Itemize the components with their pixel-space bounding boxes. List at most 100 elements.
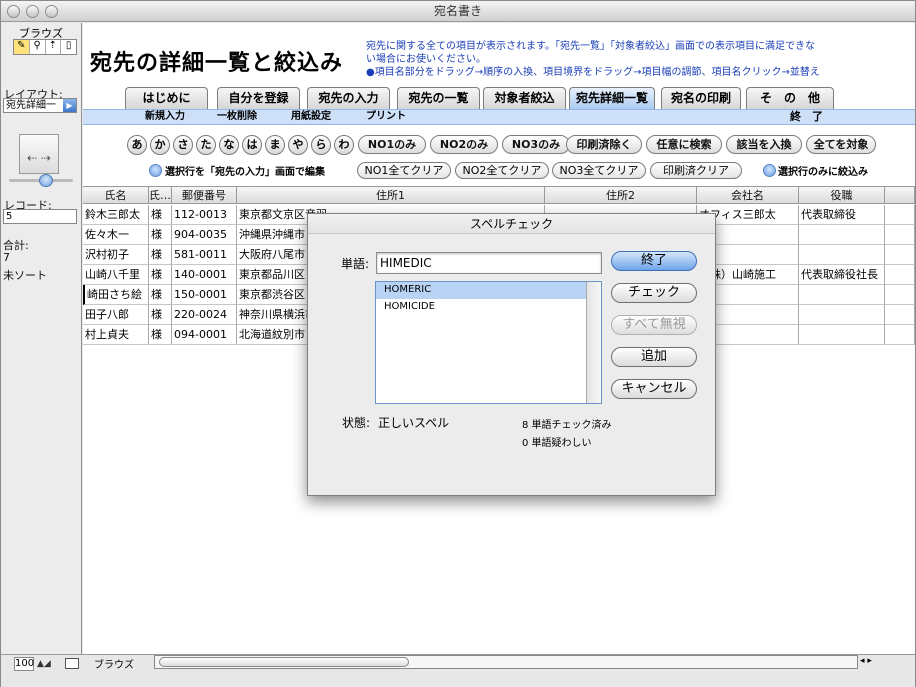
table-cell[interactable]: 様 — [149, 225, 172, 245]
table-cell[interactable] — [885, 305, 915, 325]
table-cell[interactable] — [885, 205, 915, 225]
column-header-title[interactable]: 役職 — [799, 186, 885, 204]
new-entry-link[interactable]: 新規入力 — [145, 110, 185, 124]
no2-clear-button[interactable]: NO2全てクリア — [455, 162, 549, 179]
done-button[interactable]: 終了 — [611, 251, 697, 271]
table-cell[interactable]: 様 — [149, 265, 172, 285]
kana-button-ra[interactable]: ら — [311, 135, 331, 155]
table-cell[interactable]: 崎田さち絵 — [83, 285, 149, 305]
exit-link[interactable]: 終 了 — [790, 110, 823, 124]
scroll-arrows-icon[interactable]: ◂ ▸ — [860, 656, 872, 666]
table-cell[interactable]: 150-0001 — [172, 285, 237, 305]
tab-intro[interactable]: はじめに — [125, 87, 208, 109]
table-cell[interactable] — [799, 245, 885, 265]
edit-selected-label[interactable]: 選択行を「宛先の入力」画面で編集 — [165, 163, 325, 178]
table-cell[interactable]: 112-0013 — [172, 205, 237, 225]
kana-button-sa[interactable]: さ — [173, 135, 193, 155]
list-item[interactable]: HOMERIC — [376, 282, 586, 299]
table-cell[interactable] — [885, 245, 915, 265]
table-cell[interactable] — [799, 325, 885, 345]
word-input[interactable]: HIMEDIC — [376, 252, 602, 274]
table-cell[interactable] — [885, 325, 915, 345]
suggestion-list[interactable]: HOMERIC HOMICIDE — [375, 281, 602, 404]
list-scrollbar[interactable] — [586, 282, 601, 403]
column-header-postal[interactable]: 郵便番号 — [172, 186, 237, 204]
kana-button-ma[interactable]: ま — [265, 135, 285, 155]
preview-icon[interactable]: ▯ — [61, 40, 76, 54]
table-cell[interactable]: 140-0001 — [172, 265, 237, 285]
kana-button-ta[interactable]: た — [196, 135, 216, 155]
pencil-icon[interactable]: ✎ — [14, 40, 30, 54]
table-cell[interactable]: 様 — [149, 305, 172, 325]
custom-search-button[interactable]: 任意に検索 — [646, 135, 722, 154]
tab-input[interactable]: 宛先の入力 — [307, 87, 390, 109]
delete-one-link[interactable]: 一枚削除 — [217, 110, 257, 124]
add-button[interactable]: 追加 — [611, 347, 697, 367]
zoom-icon[interactable]: ▲◢ — [37, 659, 51, 669]
printed-clear-button[interactable]: 印刷済クリア — [650, 162, 742, 179]
narrow-radio-icon[interactable] — [763, 164, 776, 177]
kana-button-ya[interactable]: や — [288, 135, 308, 155]
no1-clear-button[interactable]: NO1全てクリア — [357, 162, 451, 179]
table-cell[interactable] — [799, 285, 885, 305]
list-item[interactable]: HOMICIDE — [376, 299, 586, 316]
horizontal-scrollbar[interactable] — [154, 655, 858, 669]
all-target-button[interactable]: 全てを対象 — [806, 135, 876, 154]
table-cell[interactable] — [799, 305, 885, 325]
column-header-address1[interactable]: 住所1 — [237, 186, 545, 204]
table-cell[interactable] — [885, 285, 915, 305]
layout-tool-icon[interactable]: ⇡ — [46, 40, 62, 54]
tab-narrow[interactable]: 対象者絞込 — [483, 87, 566, 109]
kana-button-ka[interactable]: か — [150, 135, 170, 155]
table-cell[interactable]: 田子八郎 — [83, 305, 149, 325]
kana-button-na[interactable]: な — [219, 135, 239, 155]
edit-radio-icon[interactable] — [149, 164, 162, 177]
check-button[interactable]: チェック — [611, 283, 697, 303]
minimize-button[interactable] — [26, 5, 39, 18]
record-field[interactable]: 5 — [3, 209, 77, 224]
table-cell[interactable]: 村上貞夫 — [83, 325, 149, 345]
tab-detail-list[interactable]: 宛先詳細一覧 — [569, 87, 655, 110]
column-header-address2[interactable]: 住所2 — [545, 186, 697, 204]
swap-matching-button[interactable]: 該当を入換 — [726, 135, 802, 154]
tab-other[interactable]: そ の 他 — [746, 87, 834, 109]
table-cell[interactable]: 沢村初子 — [83, 245, 149, 265]
table-cell[interactable]: 様 — [149, 325, 172, 345]
table-cell[interactable]: 様 — [149, 245, 172, 265]
kana-button-ha[interactable]: は — [242, 135, 262, 155]
record-slider[interactable] — [9, 174, 73, 187]
scrollbar-thumb[interactable] — [159, 657, 409, 667]
exclude-printed-button[interactable]: 印刷済除く — [566, 135, 642, 154]
kana-button-wa[interactable]: わ — [334, 135, 354, 155]
no3-clear-button[interactable]: NO3全てクリア — [552, 162, 646, 179]
table-cell[interactable]: 鈴木三郎太 — [83, 205, 149, 225]
column-header-company[interactable]: 会社名 — [697, 186, 799, 204]
column-header-name[interactable]: 氏名 — [83, 186, 149, 204]
zoom-button[interactable] — [45, 5, 58, 18]
column-header-extra[interactable] — [885, 186, 915, 204]
find-icon[interactable]: ⚲ — [30, 40, 46, 54]
book-icon[interactable]: ⇠ ⇢ — [19, 134, 59, 174]
zoom-field[interactable]: 100 — [14, 657, 34, 671]
tab-register-self[interactable]: 自分を登録 — [217, 87, 300, 109]
table-cell[interactable]: 様 — [149, 205, 172, 225]
table-cell[interactable] — [885, 265, 915, 285]
no2-only-button[interactable]: NO2のみ — [430, 135, 498, 154]
table-cell[interactable]: 山崎八千里 — [83, 265, 149, 285]
status-toggle-icon[interactable] — [65, 658, 79, 669]
tab-list[interactable]: 宛先の一覧 — [397, 87, 480, 109]
no1-only-button[interactable]: NO1のみ — [358, 135, 426, 154]
table-cell[interactable]: 佐々木一 — [83, 225, 149, 245]
kana-button-a[interactable]: あ — [127, 135, 147, 155]
table-cell[interactable] — [799, 225, 885, 245]
slider-thumb[interactable] — [39, 174, 53, 187]
layout-selector[interactable]: 宛先詳細一 ▶ — [3, 98, 77, 113]
cancel-button[interactable]: キャンセル — [611, 379, 697, 399]
table-cell[interactable]: 904-0035 — [172, 225, 237, 245]
table-cell[interactable]: 220-0024 — [172, 305, 237, 325]
tab-print[interactable]: 宛名の印刷 — [661, 87, 741, 109]
print-link[interactable]: プリント — [366, 110, 406, 124]
table-cell[interactable] — [885, 225, 915, 245]
close-button[interactable] — [7, 5, 20, 18]
table-cell[interactable]: 代表取締役社長 — [799, 265, 885, 285]
